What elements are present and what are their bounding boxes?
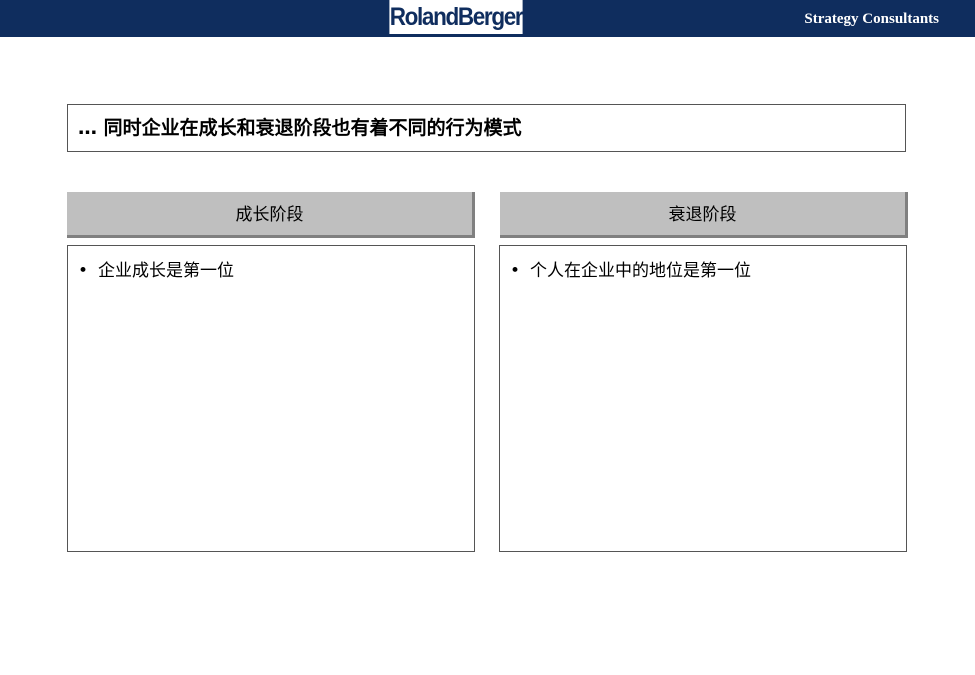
bullet-text: 个人在企业中的地位是第一位 [530,261,751,281]
decline-stage-box: • 个人在企业中的地位是第一位 [499,245,907,552]
headline: … 同时企业在成长和衰退阶段也有着不同的行为模式 [78,117,522,139]
bullet-dot-icon: • [78,261,89,281]
bullet-item: • 个人在企业中的地位是第一位 [510,260,751,282]
bullet-item: • 企业成长是第一位 [78,260,234,282]
top-brand-bar: RolandBerger Strategy Consultants [0,0,975,37]
bullet-text: 企业成长是第一位 [98,261,234,281]
decline-stage-header: 衰退阶段 [500,192,908,238]
headline-box: … 同时企业在成长和衰退阶段也有着不同的行为模式 [67,104,906,152]
growth-stage-box: • 企业成长是第一位 [67,245,475,552]
tagline: Strategy Consultants [804,11,939,27]
bullet-dot-icon: • [510,261,521,281]
roland-berger-logo: RolandBerger [389,0,524,34]
growth-stage-header: 成长阶段 [67,192,475,238]
